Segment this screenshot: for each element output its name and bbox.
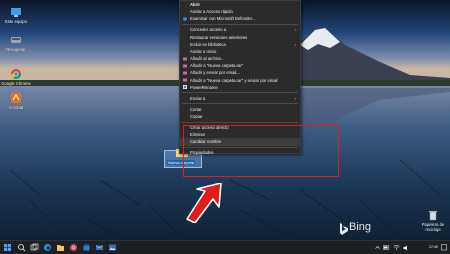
menu-item-label: PowerRename [190,84,218,90]
volume-icon[interactable] [403,245,410,251]
desktop-icon-recycle-bin[interactable]: Papelera de reciclaje [418,209,448,232]
desktop-icon-this-pc[interactable]: Este equipo [1,6,31,24]
menu-item-label: Añadir al archivo... [190,56,225,62]
menu-item-give-access[interactable]: Conceder acceso a › [180,26,300,33]
desktop-icon-label: Google Chrome [1,81,31,86]
menu-item-cut[interactable]: Cortar [180,106,300,113]
menu-item-label: Abrir [190,2,201,7]
clock-time[interactable]: 17:40 [429,245,438,249]
desktop-icon-chrome[interactable]: Google Chrome [1,68,31,86]
menu-item-add-archive[interactable]: Añadir al archivo... [180,55,300,62]
menu-item-copy[interactable]: Copiar [180,113,300,120]
desktop-icon-acrobat[interactable]: Acrobat [1,92,31,110]
menu-separator [182,92,298,94]
store-icon[interactable] [82,243,91,252]
search-icon[interactable] [17,243,26,252]
desktop-icon-label: Recuperar [6,47,26,52]
menu-separator [182,23,298,25]
menu-item-label: Anclar a Acceso rápido [190,9,233,15]
acrobat-icon [11,93,21,103]
chrome-icon[interactable] [69,243,78,252]
menu-item-include-library[interactable]: Incluir en biblioteca › [180,41,300,48]
chevron-up-icon[interactable] [375,245,380,250]
menu-item-label: Enviar a [190,95,206,101]
menu-item-add-rar[interactable]: Añadir a "Nueva carpeta.rar" [180,62,300,69]
explorer-icon[interactable] [56,243,65,252]
menu-item-restore-versions[interactable]: Restaurar versiones anteriores [180,34,300,41]
menu-item-add-email[interactable]: Añadir y enviar por email... [180,69,300,76]
chrome-icon [11,69,21,79]
winrar-icon [183,78,187,83]
menu-item-add-rar-email[interactable]: Añadir a "Nueva carpeta.rar" y enviar po… [180,77,300,84]
notifications-icon[interactable] [441,244,447,251]
powerrename-icon [183,85,187,90]
winrar-icon [183,56,187,61]
desktop-icon-label: Papelera de reciclaje [421,222,445,232]
winrar-icon [183,63,187,68]
menu-item-label: Añadir y enviar por email... [190,70,240,76]
desktop-icon-label: Este equipo [4,19,28,24]
defender-icon [183,16,187,21]
submenu-arrow-icon: › [294,95,296,101]
highlight-box [183,125,339,177]
bing-logo-icon [340,223,348,235]
bing-watermark: Bing [349,221,372,233]
disk-icon [11,37,21,43]
winrar-icon [183,70,187,75]
menu-item-send-to[interactable]: Enviar a › [180,95,300,102]
menu-item-pin-start[interactable]: Anclar a Inicio [180,48,300,55]
menu-item-label: Examinar con Microsoft Defender... [190,16,256,22]
battery-icon[interactable] [383,245,390,250]
menu-item-label: Incluir en biblioteca [190,41,226,47]
recycle-bin-icon [429,211,437,221]
pointer-arrow-icon [186,183,222,223]
taskbar: 17:40 [0,240,450,254]
menu-separator [182,121,298,123]
task-view-icon[interactable] [30,243,39,252]
menu-item-label: Restaurar versiones anteriores [190,34,248,40]
menu-item-label: Añadir a "Nueva carpeta.rar" y enviar po… [190,77,278,83]
menu-item-label: Conceder acceso a [190,27,227,33]
menu-item-pin-quick-access[interactable]: Anclar a Acceso rápido [180,8,300,15]
desktop-icon-recover[interactable]: Recuperar [1,34,31,52]
menu-item-label: Copiar [190,113,203,119]
computer-icon [11,8,21,17]
submenu-arrow-icon: › [294,41,296,47]
submenu-arrow-icon: › [294,27,296,33]
edge-icon[interactable] [43,243,52,252]
menu-item-label: Anclar a Inicio [190,48,217,54]
menu-item-label: Cortar [190,106,202,112]
start-icon[interactable] [3,243,12,252]
desktop-icon-label: Acrobat [8,105,24,110]
photos-icon[interactable] [108,243,117,252]
menu-item-scan-defender[interactable]: Examinar con Microsoft Defender... [180,15,300,22]
menu-separator [182,103,298,105]
menu-item-powerrename[interactable]: PowerRename [180,84,300,91]
wifi-icon[interactable] [393,244,400,250]
menu-item-label: Añadir a "Nueva carpeta.rar" [190,63,244,69]
mail-icon[interactable] [95,243,104,252]
menu-item-open[interactable]: Abrir [180,1,300,8]
